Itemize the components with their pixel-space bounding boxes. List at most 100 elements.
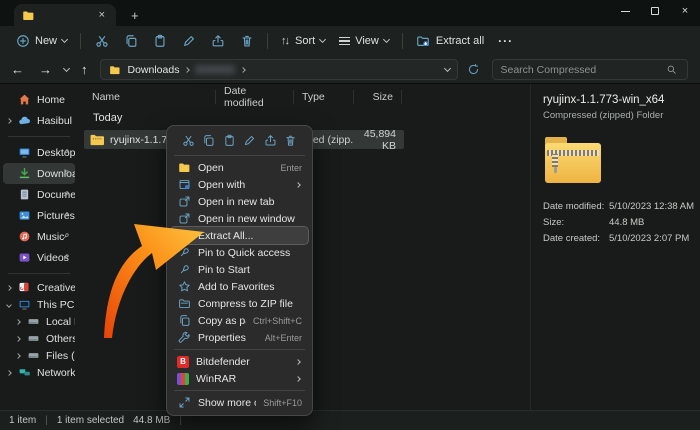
paste-icon [152,34,167,49]
toolbar-divider [402,33,403,49]
chevron-right-icon[interactable] [15,319,21,325]
trash-icon [239,34,254,49]
history-chevron-icon[interactable] [63,64,70,71]
sidebar-item-network[interactable]: Network [3,364,75,381]
rename-button[interactable] [175,31,202,52]
pin-icon [177,246,191,260]
view-icon [339,37,350,45]
tab-close-icon[interactable]: × [95,9,109,22]
paste-icon[interactable] [222,133,236,147]
column-header-size[interactable]: Size [354,90,402,104]
share-icon[interactable] [263,133,277,147]
chevron-down-icon[interactable] [6,302,12,308]
chevron-right-icon[interactable] [6,285,12,291]
menu-item-show-more-options[interactable]: Show more options Shift+F10 [171,394,308,411]
menu-divider [174,390,305,391]
star-icon [177,280,191,294]
share-button[interactable] [204,31,231,52]
close-button[interactable]: × [670,0,700,22]
column-header-name[interactable]: Name [84,90,216,104]
copy-path-icon [177,314,191,328]
sidebar-item-others-d[interactable]: Others (D:) [3,330,75,347]
pictures-icon [18,209,32,223]
more-options-button[interactable]: ··· [492,31,519,51]
new-button[interactable]: New [9,31,73,52]
copy-icon[interactable] [202,133,216,147]
trash-icon[interactable] [284,133,298,147]
status-item-count: 1 item [9,415,36,426]
extract-all-button[interactable]: Extract all [410,31,490,52]
refresh-button[interactable] [467,63,481,77]
sidebar-item-pictures[interactable]: Pictures [3,205,75,226]
sidebar-item-downloads[interactable]: Downloads [3,163,75,184]
menu-item-compress-zip[interactable]: Compress to ZIP file [171,295,308,312]
details-subtitle: Compressed (zipped) Folder [543,110,688,121]
explorer-tab[interactable]: × [14,4,116,26]
forward-button[interactable]: → [36,62,55,77]
sidebar-item-files-e[interactable]: Files (E:) [3,347,75,364]
sidebar-item-onedrive[interactable]: Hasibul - Personal [3,110,75,131]
menu-item-winrar[interactable]: WinRAR [171,370,308,387]
sidebar-item-documents[interactable]: Documents [3,184,75,205]
search-input[interactable]: Search Compressed [492,59,688,80]
pin-icon [62,252,70,264]
breadcrumb-segment-censored [195,65,235,74]
sidebar-item-local-disk-c[interactable]: Local Disk (C:) [3,313,75,330]
copy-button[interactable] [117,31,144,52]
menu-item-properties[interactable]: Properties Alt+Enter [171,329,308,346]
submenu-chevron-icon [295,359,301,365]
share-icon [210,34,225,49]
sidebar-item-home[interactable]: Home [3,89,75,110]
breadcrumb[interactable]: Downloads [100,59,458,80]
desktop-icon [18,146,32,160]
breadcrumb-segment-downloads[interactable]: Downloads [128,64,180,76]
menu-item-extract-all[interactable]: Extract All... [171,227,308,244]
delete-button[interactable] [233,31,260,52]
menu-item-open-new-window[interactable]: Open in new window [171,210,308,227]
column-header-type[interactable]: Type [294,90,354,104]
menu-item-copy-as-path[interactable]: Copy as path Ctrl+Shift+C [171,312,308,329]
search-placeholder: Search Compressed [501,64,665,76]
sidebar-item-this-pc[interactable]: This PC [3,296,75,313]
drive-icon [27,315,41,329]
menu-item-open-with[interactable]: Open with [171,176,308,193]
videos-icon [18,251,32,265]
zip-icon [177,297,191,311]
sidebar-item-videos[interactable]: Videos [3,247,75,268]
rename-icon[interactable] [243,133,257,147]
back-button[interactable]: ← [8,62,27,77]
minimize-button[interactable] [610,0,640,22]
chevron-right-icon[interactable] [15,353,21,359]
downloads-icon [18,167,32,181]
maximize-button[interactable] [640,0,670,22]
sidebar-item-desktop[interactable]: Desktop [3,142,75,163]
cut-button[interactable] [88,31,115,52]
address-dropdown-icon[interactable] [443,64,450,71]
sidebar-item-creative-cloud[interactable]: Creative Cloud Files [3,279,75,296]
menu-item-pin-start[interactable]: Pin to Start [171,261,308,278]
chevron-right-icon[interactable] [6,370,12,376]
menu-item-bitdefender[interactable]: B Bitdefender [171,353,308,370]
menu-item-add-favorites[interactable]: Add to Favorites [171,278,308,295]
new-tab-button[interactable]: + [126,8,144,23]
sidebar-divider [8,273,70,274]
rename-icon [181,34,196,49]
chevron-right-icon[interactable] [15,336,21,342]
sidebar-item-music[interactable]: Music [3,226,75,247]
cut-icon[interactable] [181,133,195,147]
address-bar: ← → ↑ Downloads Search Compressed [0,56,700,84]
chevron-down-icon [61,36,68,43]
details-pane: ryujinx-1.1.773-win_x64 Compressed (zipp… [530,84,700,410]
menu-item-open[interactable]: Open Enter [171,159,308,176]
menu-item-pin-quick-access[interactable]: Pin to Quick access [171,244,308,261]
up-button[interactable]: ↑ [78,62,91,77]
chevron-down-icon [383,36,390,43]
column-headers: Name Date modified Type Size [84,87,530,107]
chevron-right-icon[interactable] [6,118,12,124]
column-header-date-modified[interactable]: Date modified [216,90,294,104]
sort-button[interactable]: ↑↓ Sort [275,32,331,50]
menu-item-open-new-tab[interactable]: Open in new tab [171,193,308,210]
view-button[interactable]: View [333,32,395,50]
paste-button[interactable] [146,31,173,52]
onedrive-cloud-icon [18,114,32,128]
